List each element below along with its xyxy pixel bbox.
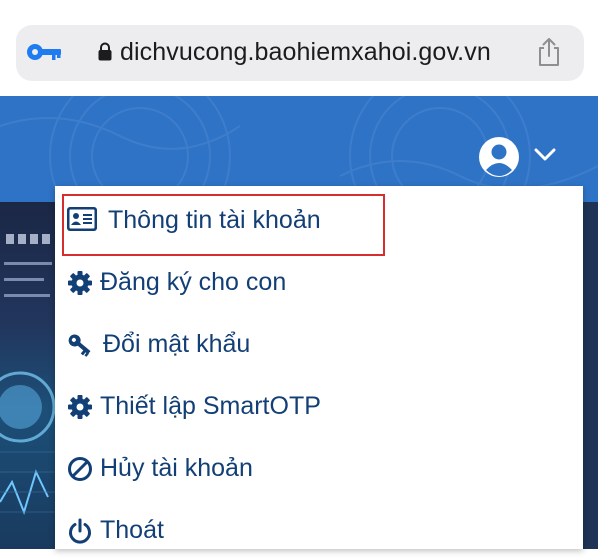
user-circle-icon[interactable]: [478, 136, 520, 178]
ban-icon: [68, 457, 92, 481]
url-text[interactable]: dichvucong.baohiemxahoi.gov.vn: [120, 36, 491, 68]
gear-icon: [68, 395, 92, 419]
menu-item-label: Thông tin tài khoản: [108, 206, 321, 234]
key-icon[interactable]: [26, 41, 62, 63]
lock-icon: [98, 42, 112, 61]
menu-item-setup-smartotp[interactable]: Thiết lập SmartOTP: [55, 378, 583, 434]
chevron-down-icon[interactable]: [534, 148, 556, 162]
menu-item-cancel-account[interactable]: Hủy tài khoản: [55, 440, 583, 496]
menu-item-register-child[interactable]: Đăng ký cho con: [55, 254, 583, 310]
menu-item-label: Thiết lập SmartOTP: [100, 392, 321, 420]
share-icon[interactable]: [537, 37, 561, 67]
menu-item-label: Đổi mật khẩu: [103, 330, 251, 358]
account-dropdown-menu: Thông tin tài khoản Đăng ký cho con Đổi …: [55, 186, 583, 549]
key-icon: [68, 334, 91, 357]
menu-item-label: Thoát: [100, 516, 164, 544]
menu-item-label: Hủy tài khoản: [100, 454, 253, 482]
browser-toolbar: dichvucong.baohiemxahoi.gov.vn: [0, 0, 598, 96]
power-icon: [69, 518, 91, 544]
menu-item-account-info[interactable]: Thông tin tài khoản: [55, 192, 583, 248]
id-card-icon: [67, 207, 97, 231]
menu-item-label: Đăng ký cho con: [100, 268, 287, 296]
gear-icon: [68, 271, 92, 295]
menu-item-change-password[interactable]: Đổi mật khẩu: [55, 316, 583, 372]
menu-item-logout[interactable]: Thoát: [55, 502, 583, 558]
